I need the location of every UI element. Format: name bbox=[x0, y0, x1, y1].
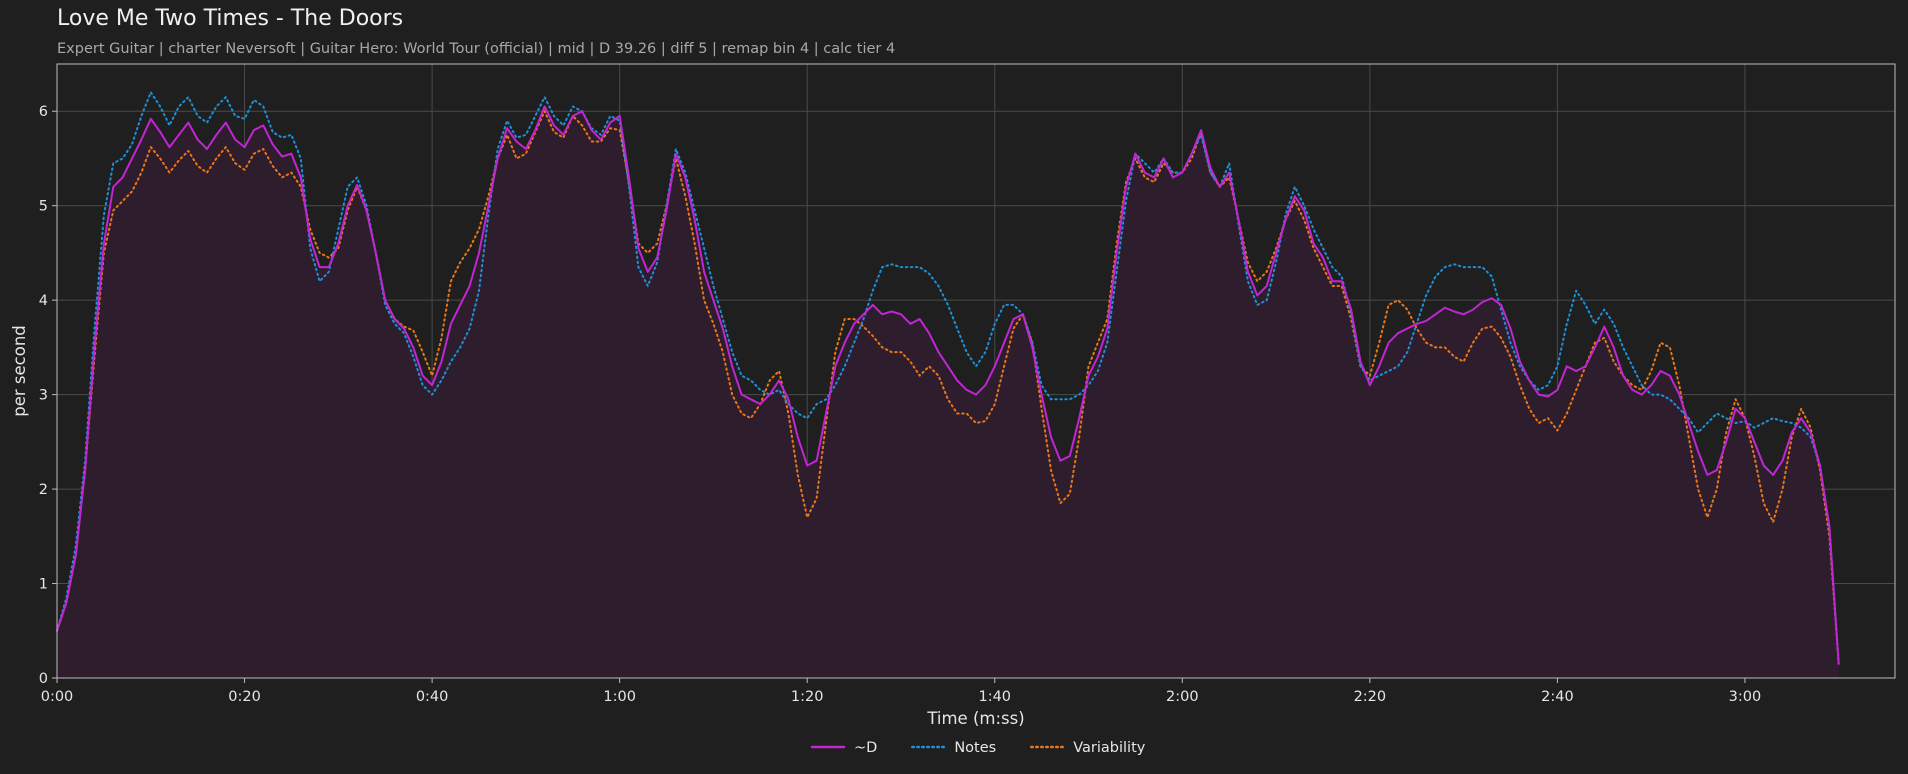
series-d-area bbox=[57, 106, 1839, 678]
legend-label-d: ~D bbox=[854, 740, 877, 756]
legend-label-notes: Notes bbox=[954, 740, 996, 756]
x-tick-label: 2:20 bbox=[1354, 689, 1387, 705]
legend: ~D Notes Variability bbox=[810, 740, 1146, 756]
y-tick-label: 6 bbox=[39, 104, 48, 120]
x-tick-label: 1:00 bbox=[603, 689, 636, 705]
legend-label-variability: Variability bbox=[1073, 740, 1146, 756]
y-tick-label: 0 bbox=[39, 671, 48, 687]
y-axis-ticks: 0 1 2 3 4 5 6 bbox=[39, 104, 57, 687]
y-tick-label: 1 bbox=[39, 577, 48, 593]
y-tick-label: 5 bbox=[39, 199, 48, 215]
y-tick-label: 4 bbox=[39, 293, 48, 309]
x-axis-title: Time (m:ss) bbox=[926, 709, 1024, 728]
d-area-fill bbox=[57, 106, 1839, 678]
x-tick-label: 1:40 bbox=[978, 689, 1011, 705]
x-axis-ticks: 0:00 0:20 0:40 1:00 1:20 1:40 2:00 2:20 2:40 3:00 bbox=[41, 678, 1762, 705]
x-tick-label: 0:00 bbox=[41, 689, 74, 705]
x-tick-label: 2:00 bbox=[1166, 689, 1199, 705]
y-tick-label: 2 bbox=[39, 482, 48, 498]
x-tick-label: 3:00 bbox=[1729, 689, 1762, 705]
x-tick-label: 2:40 bbox=[1541, 689, 1574, 705]
x-tick-label: 0:40 bbox=[416, 689, 449, 705]
x-tick-label: 1:20 bbox=[791, 689, 824, 705]
y-tick-label: 3 bbox=[39, 388, 48, 404]
y-axis-title: per second bbox=[10, 325, 29, 417]
x-tick-label: 0:20 bbox=[228, 689, 261, 705]
chart-canvas: 0:00 0:20 0:40 1:00 1:20 1:40 2:00 2:20 2:40 3:00… bbox=[10, 63, 1896, 756]
